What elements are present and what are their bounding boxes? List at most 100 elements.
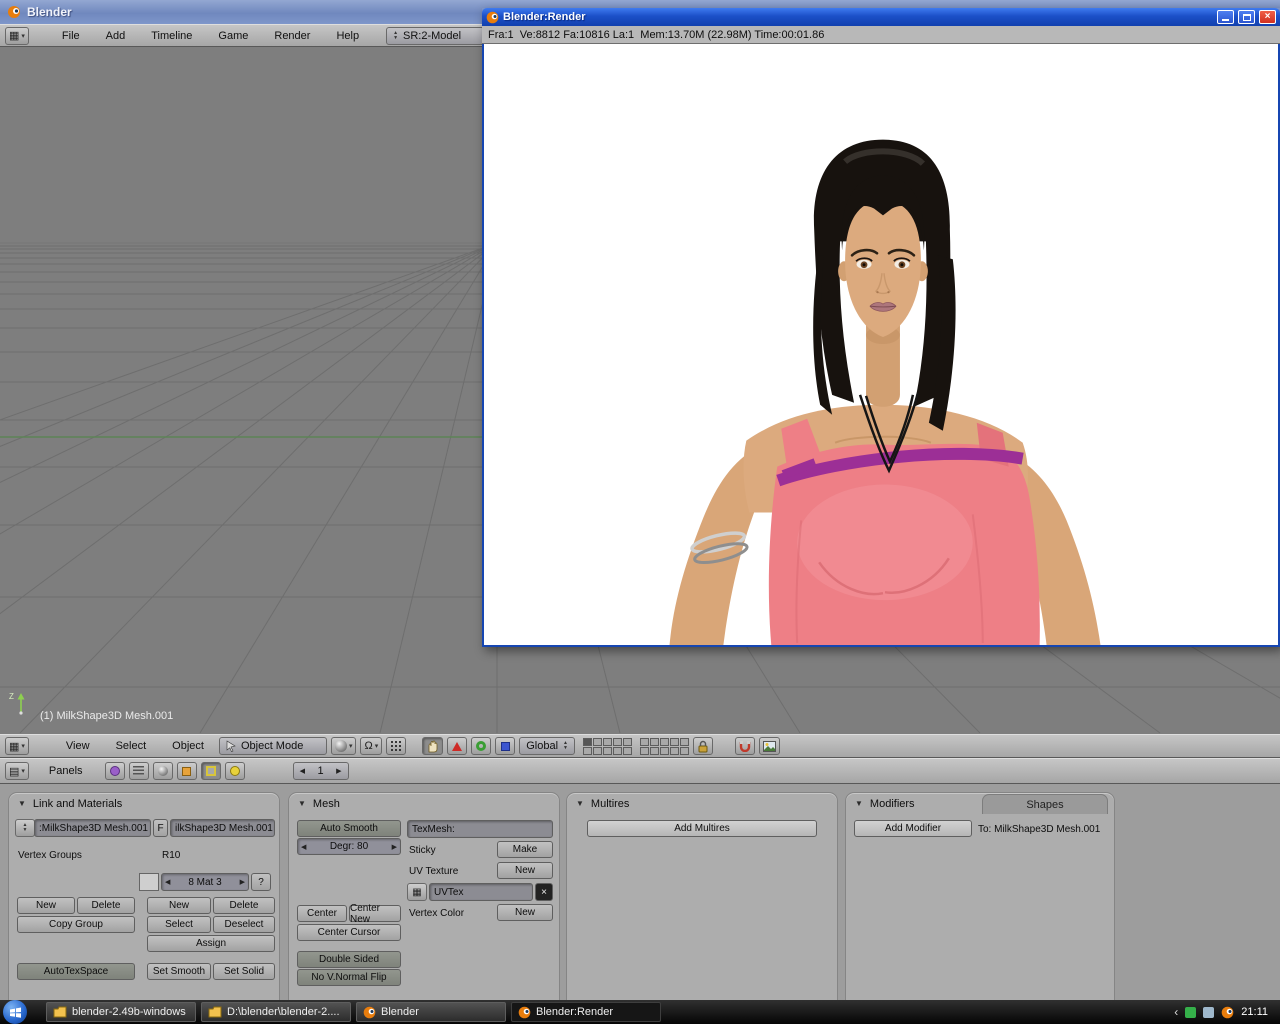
object-name-field[interactable]: ilkShape3D Mesh.001 [170,819,275,837]
menu-view[interactable]: View [55,740,101,752]
collapse-icon[interactable]: ▼ [298,799,306,808]
mode-dropdown[interactable]: Object Mode [219,737,327,755]
scale-manipulator-button[interactable] [495,737,515,755]
tab-shapes[interactable]: Shapes [982,794,1108,814]
copy-group-button[interactable]: Copy Group [17,916,135,933]
vertex-group-delete-button[interactable]: Delete [77,897,135,914]
taskbar-item-blender[interactable]: Blender [356,1002,506,1022]
frame-decrement-icon[interactable]: ◀ [300,767,305,775]
blender-icon [518,1006,531,1019]
lock-layers-button[interactable] [693,737,713,755]
taskbar-item-folder2[interactable]: D:\blender\blender-2.... [201,1002,351,1022]
chevron-down-icon: ▾ [21,32,25,40]
set-solid-button[interactable]: Set Solid [213,963,275,980]
menu-help[interactable]: Help [325,30,370,42]
collapse-icon[interactable]: ▼ [855,799,863,808]
tray-gray-icon[interactable] [1203,1007,1214,1018]
panel-header[interactable]: ▼ Multires [567,793,837,814]
proportional-edit-button[interactable] [386,737,406,755]
screen-selector[interactable]: ▲▼ SR:2-Model [386,27,490,45]
tray-green-icon[interactable] [1185,1007,1196,1018]
menu-render[interactable]: Render [263,30,321,42]
material-color-swatch[interactable] [139,873,159,891]
mesh-browse-button[interactable]: ▲▼ [15,819,35,837]
taskbar-item-label: blender-2.49b-windows [72,1006,186,1018]
render-preview-button[interactable] [759,737,780,755]
auto-smooth-button[interactable]: Auto Smooth [297,820,401,837]
window-type-button[interactable]: ▦ ▾ [5,27,29,45]
uvtex-faceselect-button[interactable]: ▦ [407,883,427,901]
menu-file[interactable]: File [51,30,91,42]
uvtex-name-field[interactable]: UVTex [429,883,533,901]
material-stepper[interactable]: ◀ 8 Mat 3 ▶ [161,873,249,891]
center-new-button[interactable]: Center New [349,905,401,922]
panel-header[interactable]: ▼ Mesh [289,793,559,814]
material-prev-icon[interactable]: ◀ [165,878,170,886]
no-vnormal-flip-button[interactable]: No V.Normal Flip [297,969,401,986]
pivot-button[interactable]: Ω ▾ [360,737,382,755]
texmesh-field[interactable]: TexMesh: [407,820,553,838]
layer-buttons-right[interactable] [640,738,689,755]
menu-add[interactable]: Add [95,30,137,42]
lock-icon [697,740,709,753]
menu-select[interactable]: Select [105,740,158,752]
vertex-group-new-button[interactable]: New [17,897,75,914]
viewport-type-button[interactable]: ▦ ▾ [5,737,29,755]
set-smooth-button[interactable]: Set Smooth [147,963,211,980]
frame-increment-icon[interactable]: ▶ [336,767,341,775]
mesh-name-field[interactable]: :MilkShape3D Mesh.001 [34,819,151,837]
material-delete-button[interactable]: Delete [213,897,275,914]
tray-collapse-icon[interactable]: ‹ [1174,1005,1178,1019]
taskbar-item-blender-render[interactable]: Blender:Render [511,1002,661,1022]
add-modifier-button[interactable]: Add Modifier [854,820,972,837]
translate-manipulator-button[interactable] [447,737,467,755]
render-window-titlebar[interactable]: Blender:Render × [482,8,1280,26]
object-context-button[interactable] [177,762,197,780]
orientation-dropdown[interactable]: Global ▲▼ [519,737,575,755]
center-button[interactable]: Center [297,905,347,922]
menu-timeline[interactable]: Timeline [140,30,203,42]
fake-user-button[interactable]: F [153,819,168,837]
collapse-icon[interactable]: ▼ [576,799,584,808]
scene-context-button[interactable] [225,762,245,780]
sticky-make-button[interactable]: Make [497,841,553,858]
minimize-button[interactable] [1217,10,1234,24]
collapse-icon[interactable]: ▼ [18,799,26,808]
shading-context-button[interactable] [153,762,173,780]
assign-button[interactable]: Assign [147,935,275,952]
maximize-button[interactable] [1238,10,1255,24]
script-context-button[interactable] [129,762,149,780]
system-tray: ‹ 21:11 [1174,1005,1277,1019]
taskbar-item-folder1[interactable]: blender-2.49b-windows [46,1002,196,1022]
close-button[interactable]: × [1259,10,1276,24]
degr-decrement-icon[interactable]: ◀ [301,843,306,851]
rotate-manipulator-button[interactable] [471,737,491,755]
autotexspace-button[interactable]: AutoTexSpace [17,963,135,980]
material-next-icon[interactable]: ▶ [240,878,245,886]
layer-buttons-left[interactable] [583,738,632,755]
add-multires-button[interactable]: Add Multires [587,820,817,837]
uvtex-delete-button[interactable]: × [535,883,553,901]
panel-header[interactable]: ▼ Link and Materials [9,793,279,814]
material-help-button[interactable]: ? [251,873,271,891]
double-sided-button[interactable]: Double Sided [297,951,401,968]
menu-object[interactable]: Object [161,740,215,752]
editing-context-button[interactable] [201,762,221,780]
degr-slider[interactable]: ◀ Degr: 80 ▶ [297,838,401,855]
select-button[interactable]: Select [147,916,211,933]
material-new-button[interactable]: New [147,897,211,914]
degr-increment-icon[interactable]: ▶ [392,843,397,851]
logic-context-button[interactable] [105,762,125,780]
tray-blender-icon[interactable] [1221,1006,1234,1019]
snap-button[interactable] [735,737,755,755]
menu-game[interactable]: Game [207,30,259,42]
vertex-color-new-button[interactable]: New [497,904,553,921]
uv-texture-new-button[interactable]: New [497,862,553,879]
draw-type-button[interactable]: ▾ [331,737,357,755]
manipulator-hand-button[interactable] [422,737,443,755]
center-cursor-button[interactable]: Center Cursor [297,924,401,941]
buttons-window-type-button[interactable]: ▤ ▾ [5,762,29,780]
frame-stepper[interactable]: ◀ 1 ▶ [293,762,349,780]
deselect-button[interactable]: Deselect [213,916,275,933]
start-button[interactable] [3,1000,27,1024]
